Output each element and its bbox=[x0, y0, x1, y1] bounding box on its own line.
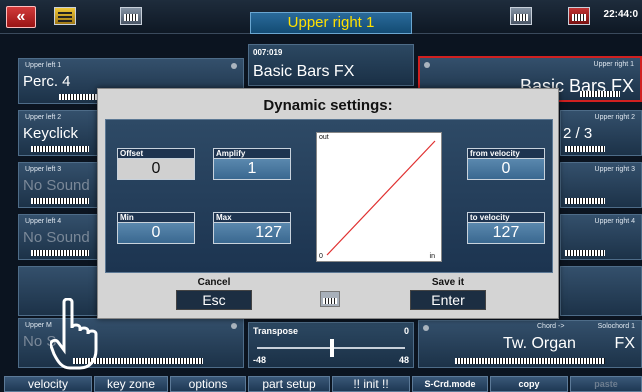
key-zone-button[interactable]: key zone bbox=[94, 376, 168, 392]
graph-in-label: in bbox=[429, 253, 435, 260]
status-dot-icon bbox=[231, 63, 237, 69]
init-button[interactable]: !! init !! bbox=[332, 376, 410, 392]
chord-label: Chord -> bbox=[537, 323, 565, 330]
panel-upper-right-3[interactable]: Upper right 3 bbox=[560, 162, 642, 208]
field-label: Amplify bbox=[213, 148, 291, 158]
voice-name: 2 / 3 bbox=[563, 125, 593, 142]
solochord-label: Solochord 1 bbox=[597, 323, 635, 330]
copy-button[interactable]: copy bbox=[490, 376, 568, 392]
velocity-curve-graph: out 0 in bbox=[316, 132, 442, 262]
panel-upper-right-2[interactable]: Upper right 2 2 / 3 bbox=[560, 110, 642, 156]
panel-label: Upper left 3 bbox=[25, 166, 62, 173]
slider-knob[interactable] bbox=[330, 339, 334, 357]
panel-upper-left-4[interactable]: Upper left 4 No Sound bbox=[18, 214, 98, 260]
transpose-max: 48 bbox=[398, 355, 409, 365]
options-button[interactable]: options bbox=[170, 376, 246, 392]
panel-label: Upper left 4 bbox=[25, 218, 62, 225]
max-field[interactable]: Max 127 bbox=[213, 212, 291, 246]
keyboard-icon[interactable] bbox=[120, 7, 142, 25]
panel-label: Upper right 2 bbox=[594, 114, 635, 121]
panel-empty-right[interactable] bbox=[560, 266, 642, 316]
panel-label: Upper right 3 bbox=[594, 166, 635, 173]
keyboard-range-icon bbox=[31, 198, 89, 204]
cancel-label: Cancel bbox=[197, 277, 231, 288]
keyboard-icon[interactable] bbox=[320, 291, 340, 307]
page-title: Upper right 1 bbox=[250, 12, 412, 34]
part-setup-button[interactable]: part setup bbox=[248, 376, 330, 392]
graph-zero-label: 0 bbox=[319, 253, 323, 260]
field-label: Max bbox=[213, 212, 291, 222]
voice-name: Tw. Organ bbox=[503, 335, 576, 352]
enter-button[interactable]: Enter bbox=[410, 290, 486, 310]
save-label: Save it bbox=[431, 277, 465, 288]
voice-name: No Sound bbox=[23, 177, 90, 194]
dialog-title: Dynamic settings: bbox=[263, 97, 393, 114]
back-button[interactable]: « bbox=[6, 6, 36, 28]
from-velocity-field[interactable]: from velocity 0 bbox=[467, 148, 545, 182]
field-value[interactable]: 127 bbox=[467, 222, 545, 244]
keyboard-range-icon bbox=[565, 250, 605, 256]
s-crd-mode-button[interactable]: S-Crd.mode bbox=[412, 376, 488, 392]
shift-icon[interactable] bbox=[568, 7, 590, 25]
status-dot-icon bbox=[231, 323, 237, 329]
hand-pointer-icon bbox=[50, 298, 98, 370]
top-bar: « Upper right 1 22:44:0 bbox=[0, 0, 642, 34]
field-label: from velocity bbox=[467, 148, 545, 158]
transpose-value: 0 bbox=[403, 326, 409, 336]
program-number: 007:019 bbox=[253, 48, 283, 57]
voice-name: Perc. 4 bbox=[23, 73, 71, 90]
transpose-label: Transpose bbox=[253, 326, 299, 336]
to-velocity-field[interactable]: to velocity 127 bbox=[467, 212, 545, 246]
voice-name: No Sound bbox=[23, 229, 90, 246]
program-name: Basic Bars FX bbox=[253, 63, 355, 80]
voice-name: Keyclick bbox=[23, 125, 79, 142]
field-value[interactable]: 1 bbox=[213, 158, 291, 180]
transpose-slider[interactable]: Transpose 0 -48 48 bbox=[248, 322, 414, 368]
clock: 22:44:0 bbox=[603, 9, 638, 20]
paste-button[interactable]: paste bbox=[570, 376, 642, 392]
esc-button[interactable]: Esc bbox=[176, 290, 252, 310]
panel-label: Upper M bbox=[25, 322, 52, 329]
panel-label: Upper left 2 bbox=[25, 114, 62, 121]
offset-field[interactable]: Offset 0 bbox=[117, 148, 195, 182]
field-value[interactable]: 127 bbox=[213, 222, 291, 244]
keyboard-range-icon bbox=[455, 358, 605, 364]
field-label: Min bbox=[117, 212, 195, 222]
status-dot-icon bbox=[424, 62, 430, 68]
panel-chord[interactable]: Chord -> Solochord 1 Tw. Organ FX bbox=[418, 320, 642, 368]
velocity-curve-line bbox=[326, 140, 436, 256]
panel-upper-left-2[interactable]: Upper left 2 Keyclick bbox=[18, 110, 98, 156]
panel-upper-right-4[interactable]: Upper right 4 bbox=[560, 214, 642, 260]
status-dot-icon bbox=[423, 325, 429, 331]
panel-label: Upper right 4 bbox=[594, 218, 635, 225]
fx-label: FX bbox=[614, 335, 635, 352]
keyboard-range-icon bbox=[31, 146, 89, 152]
menu-icon[interactable] bbox=[54, 7, 76, 25]
panel-upper-left-3[interactable]: Upper left 3 No Sound bbox=[18, 162, 98, 208]
dialog-body: Offset 0 Amplify 1 Min 0 Max 127 out 0 i… bbox=[105, 119, 553, 273]
program-display[interactable]: 007:019 Basic Bars FX bbox=[248, 44, 414, 86]
min-field[interactable]: Min 0 bbox=[117, 212, 195, 246]
keyboard-range-icon bbox=[580, 91, 620, 97]
panel-label: Upper right 1 bbox=[593, 61, 634, 68]
velocity-button[interactable]: velocity bbox=[4, 376, 92, 392]
keyboard-range-icon bbox=[31, 250, 89, 256]
field-label: to velocity bbox=[467, 212, 545, 222]
keyboard-range-icon bbox=[565, 146, 605, 152]
panel-label: Upper left 1 bbox=[25, 62, 62, 69]
dynamic-settings-dialog: Dynamic settings: Offset 0 Amplify 1 Min… bbox=[97, 88, 559, 319]
graph-out-label: out bbox=[319, 134, 329, 141]
keyboard-range-icon bbox=[565, 198, 605, 204]
field-value[interactable]: 0 bbox=[117, 158, 195, 180]
split-icon[interactable] bbox=[510, 7, 532, 25]
velocity-curve-svg bbox=[326, 140, 436, 256]
field-label: Offset bbox=[117, 148, 195, 158]
amplify-field[interactable]: Amplify 1 bbox=[213, 148, 291, 182]
transpose-min: -48 bbox=[253, 355, 267, 365]
field-value[interactable]: 0 bbox=[117, 222, 195, 244]
field-value[interactable]: 0 bbox=[467, 158, 545, 180]
